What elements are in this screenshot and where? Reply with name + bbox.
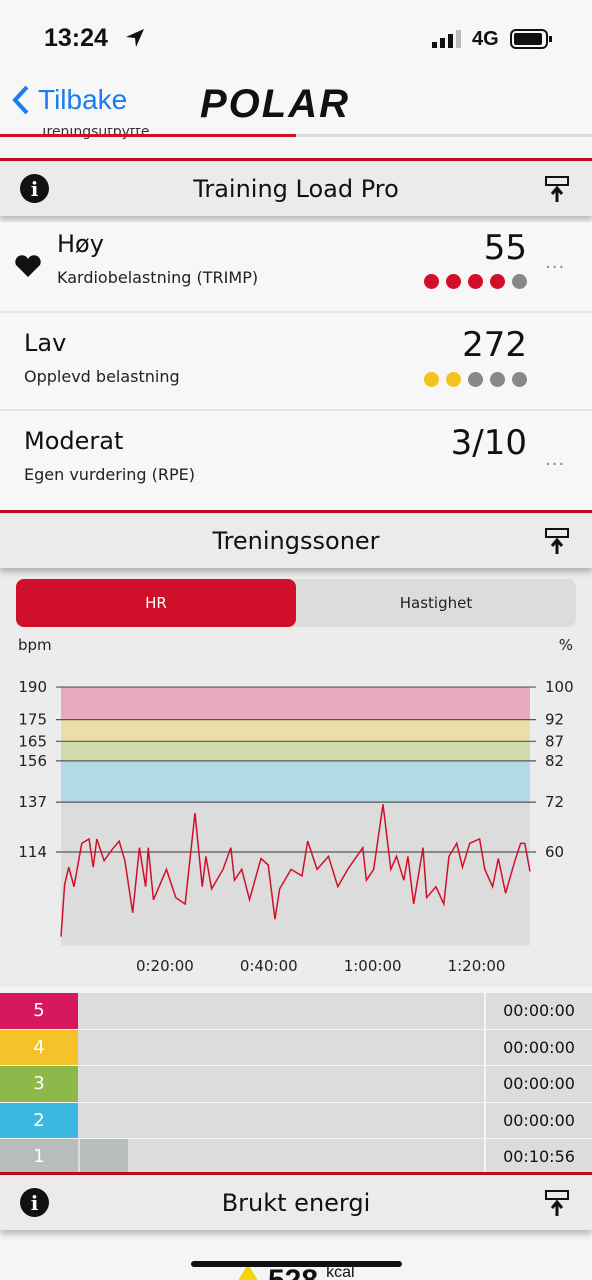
info-icon[interactable]: i xyxy=(20,1188,49,1217)
zone-time: 00:00:00 xyxy=(484,1102,592,1138)
zone-row: 2 00:00:00 xyxy=(0,1101,592,1138)
chevron-left-icon xyxy=(12,85,29,115)
y-tick-left: 137 xyxy=(18,793,47,811)
load-label: Egen vurdering (RPE) xyxy=(24,465,196,484)
load-dot xyxy=(490,274,505,289)
load-dots xyxy=(424,372,527,387)
network-type: 4G xyxy=(472,28,499,50)
load-dot xyxy=(446,274,461,289)
training-load-header: i Training Load Pro xyxy=(0,161,592,216)
back-label: Tilbake xyxy=(38,84,128,115)
section-title: Brukt energi xyxy=(221,1188,371,1217)
zone-row: 5 00:00:00 xyxy=(0,992,592,1029)
load-dot xyxy=(512,274,527,289)
y-tick-left: 165 xyxy=(18,732,47,750)
location-icon xyxy=(126,29,144,47)
zone-number: 2 xyxy=(0,1102,78,1138)
load-value: 272 xyxy=(462,325,527,365)
load-label: Kardiobelastning (TRIMP) xyxy=(57,268,259,287)
y-axis-label-left: bpm xyxy=(18,636,52,654)
share-icon[interactable] xyxy=(544,1189,570,1217)
load-level: Høy xyxy=(57,230,104,258)
more-icon[interactable]: ... xyxy=(545,449,565,470)
zone-row: 1 00:10:56 xyxy=(0,1138,592,1175)
zone-number: 3 xyxy=(0,1066,78,1102)
x-tick: 0:20:00 xyxy=(136,957,194,975)
polar-logo: POLAR xyxy=(200,82,350,126)
load-row-perceived[interactable]: Lav Opplevd belastning 272 xyxy=(0,313,592,411)
y-tick-right: 82 xyxy=(545,752,564,770)
zone-number: 5 xyxy=(0,993,78,1029)
x-tick: 1:00:00 xyxy=(344,957,402,975)
zone-band xyxy=(61,741,530,761)
back-button[interactable]: Tilbake xyxy=(12,84,127,116)
zone-number: 1 xyxy=(0,1139,78,1175)
scroll-progress xyxy=(0,134,592,137)
zone-band xyxy=(61,760,530,803)
zone-bar xyxy=(80,1139,129,1175)
clock: 13:24 xyxy=(44,24,108,52)
load-level: Moderat xyxy=(24,427,124,455)
y-tick-left: 114 xyxy=(18,843,47,861)
load-dot xyxy=(446,372,461,387)
x-tick: 0:40:00 xyxy=(240,957,298,975)
zone-table: 5 00:00:00 4 00:00:00 3 00:00:00 2 00:00:00 1 00:… xyxy=(0,992,592,1175)
load-value: 3/10 xyxy=(450,423,527,463)
zone-band xyxy=(61,687,530,720)
zone-band xyxy=(61,719,530,742)
load-dot xyxy=(424,372,439,387)
zone-time: 00:00:00 xyxy=(484,1029,592,1065)
load-dot xyxy=(468,274,483,289)
info-icon[interactable]: i xyxy=(20,174,49,203)
load-row-cardio[interactable]: Høy Kardiobelastning (TRIMP) 55 ... xyxy=(0,222,592,313)
status-bar: 13:24 4G xyxy=(0,0,592,75)
zone-time: 00:00:00 xyxy=(484,1066,592,1102)
load-dot xyxy=(512,372,527,387)
y-tick-right: 100 xyxy=(545,678,574,696)
y-tick-right: 92 xyxy=(545,711,564,729)
load-dot xyxy=(468,372,483,387)
zone-band xyxy=(61,802,530,946)
y-tick-right: 87 xyxy=(545,732,564,750)
load-dot xyxy=(424,274,439,289)
zone-time: 00:10:56 xyxy=(484,1139,592,1175)
share-icon[interactable] xyxy=(544,527,570,555)
hr-chart: bpm % 190 100 175 92 165 87 156 82 137 72 114 60 0:20:… xyxy=(18,636,574,975)
x-tick: 1:20:00 xyxy=(448,957,506,975)
home-indicator[interactable] xyxy=(191,1261,402,1267)
energy-header: i Brukt energi xyxy=(0,1175,592,1230)
zones-header: Treningssoner xyxy=(0,513,592,568)
tab-hastighet[interactable]: Hastighet xyxy=(296,579,576,627)
load-label: Opplevd belastning xyxy=(24,367,180,386)
section-title: Training Load Pro xyxy=(193,174,399,203)
y-tick-right: 60 xyxy=(545,843,564,861)
signal-icon xyxy=(432,30,461,48)
zone-row: 3 00:00:00 xyxy=(0,1065,592,1102)
zone-type-toggle: HR Hastighet xyxy=(16,579,576,627)
zone-row: 4 00:00:00 xyxy=(0,1028,592,1065)
zone-time: 00:00:00 xyxy=(484,993,592,1029)
load-dot xyxy=(490,372,505,387)
share-icon[interactable] xyxy=(544,175,570,203)
y-tick-left: 190 xyxy=(18,678,47,696)
load-value: 55 xyxy=(483,228,527,268)
y-tick-left: 175 xyxy=(18,711,47,729)
heart-icon xyxy=(15,255,41,277)
scroll-progress-fill xyxy=(0,134,296,137)
y-tick-right: 72 xyxy=(545,793,564,811)
more-icon[interactable]: ... xyxy=(545,252,565,273)
battery-icon xyxy=(510,29,552,49)
tab-hr[interactable]: HR xyxy=(16,579,296,627)
zone-number: 4 xyxy=(0,1029,78,1065)
load-row-rpe[interactable]: Moderat Egen vurdering (RPE) 3/10 ... xyxy=(0,411,592,511)
section-title: Treningssoner xyxy=(212,526,380,555)
load-level: Lav xyxy=(24,329,67,357)
load-dots xyxy=(424,274,527,289)
y-tick-left: 156 xyxy=(18,752,47,770)
y-axis-label-right: % xyxy=(559,636,573,654)
